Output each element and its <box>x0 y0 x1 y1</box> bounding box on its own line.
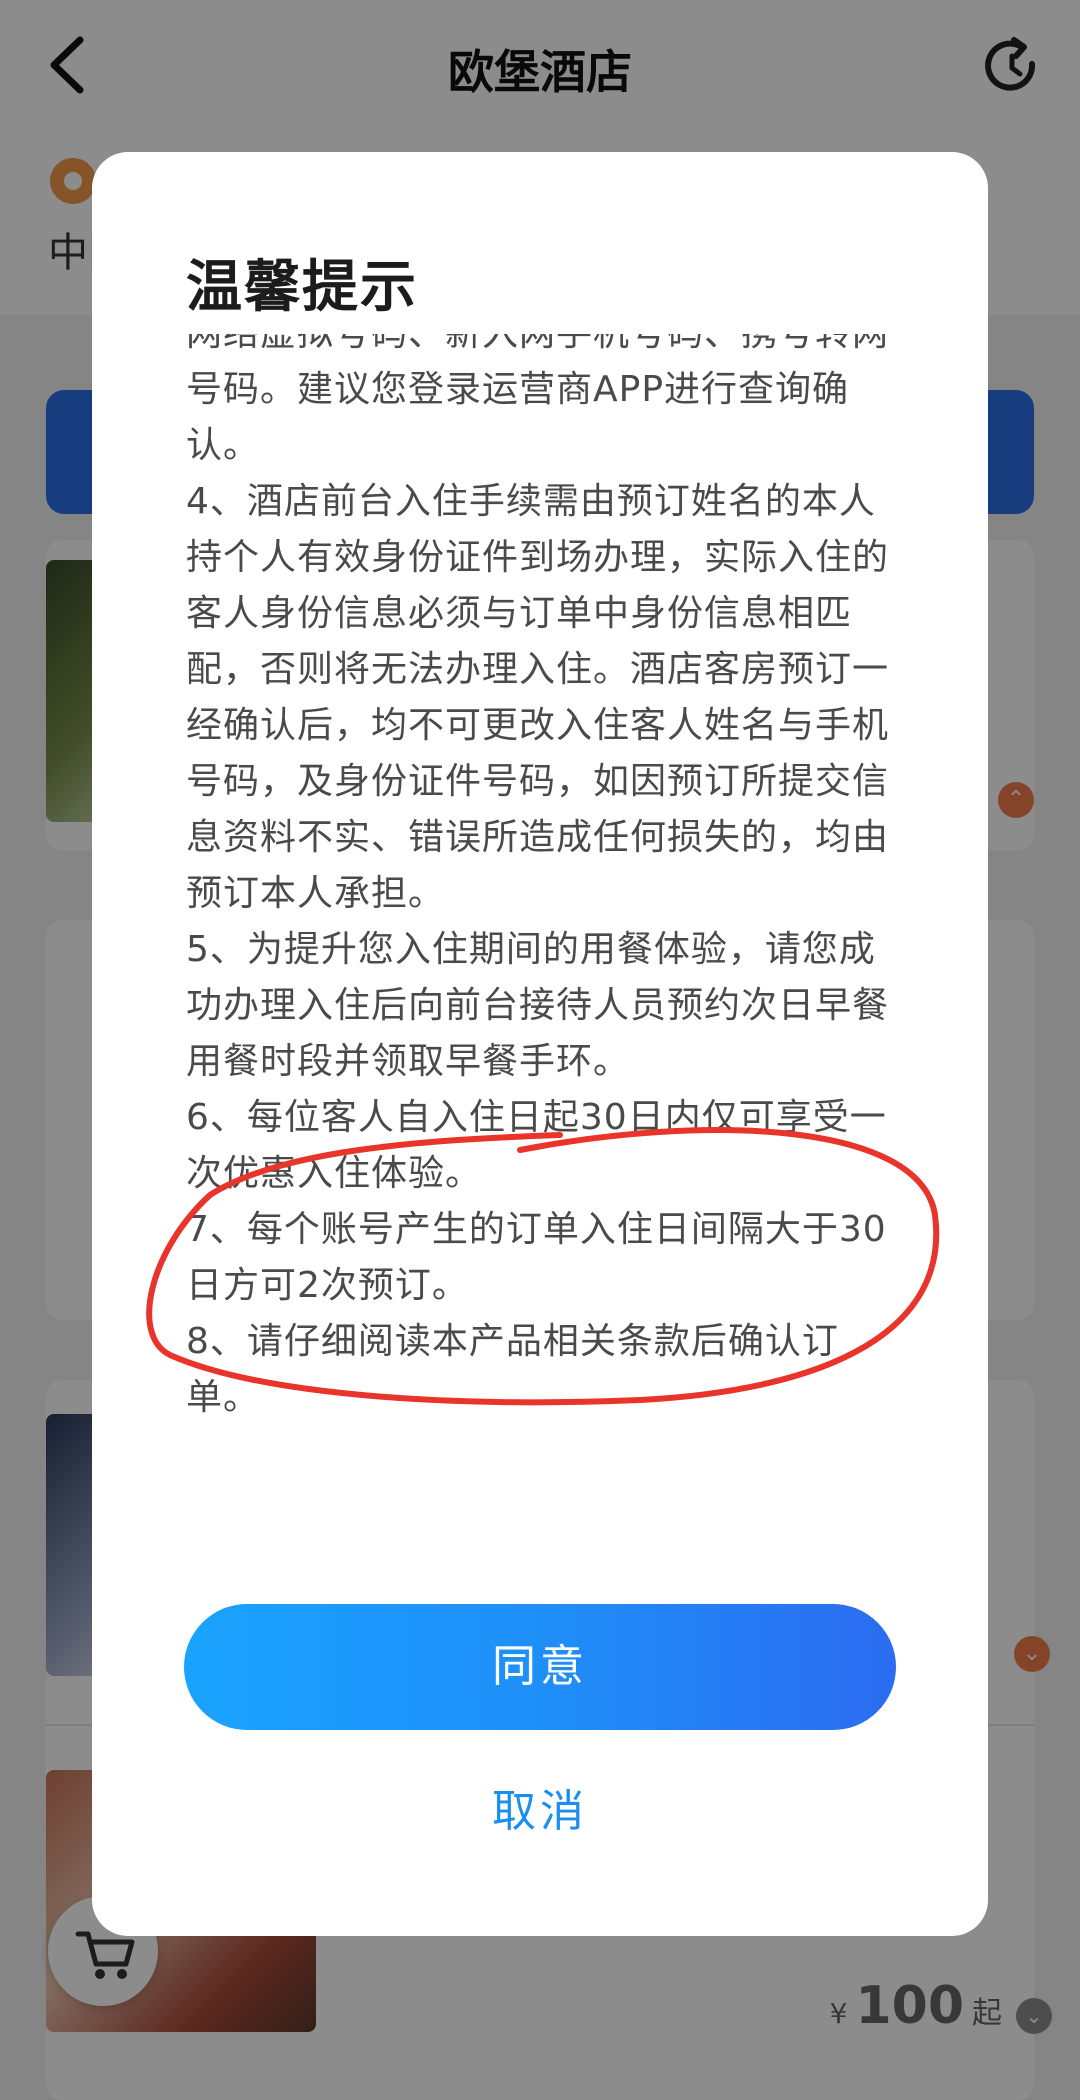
notice-paragraph: 网络虚拟号码、新入网手机号码、携号转网号码。建议您登录运营商APP进行查询确认。 <box>186 334 888 466</box>
notice-paragraph: 7、每个账号产生的订单入住日间隔大于30日方可2次预订。 <box>186 1209 887 1306</box>
notice-paragraph: 5、为提升您入住期间的用餐体验，请您成功办理入住后向前台接待人员预约次日早餐用餐… <box>186 929 890 1082</box>
notice-paragraph: 4、酒店前台入住手续需由预订姓名的本人持个人有效身份证件到场办理，实际入住的客人… <box>186 481 890 914</box>
agree-button[interactable]: 同意 <box>184 1604 896 1730</box>
dialog-scroll-body[interactable]: 网络虚拟号码、新入网手机号码、携号转网号码。建议您登录运营商APP进行查询确认。… <box>186 334 898 1674</box>
notice-dialog: 温馨提示 网络虚拟号码、新入网手机号码、携号转网号码。建议您登录运营商APP进行… <box>92 152 988 1936</box>
dialog-content: 网络虚拟号码、新入网手机号码、携号转网号码。建议您登录运营商APP进行查询确认。… <box>186 334 898 1426</box>
notice-paragraph: 6、每位客人自入住日起30日内仅可享受一次优惠入住体验。 <box>186 1097 887 1194</box>
cancel-button[interactable]: 取消 <box>184 1772 896 1852</box>
notice-paragraph: 8、请仔细阅读本产品相关条款后确认订单。 <box>186 1321 839 1418</box>
dialog-title: 温馨提示 <box>186 255 418 320</box>
